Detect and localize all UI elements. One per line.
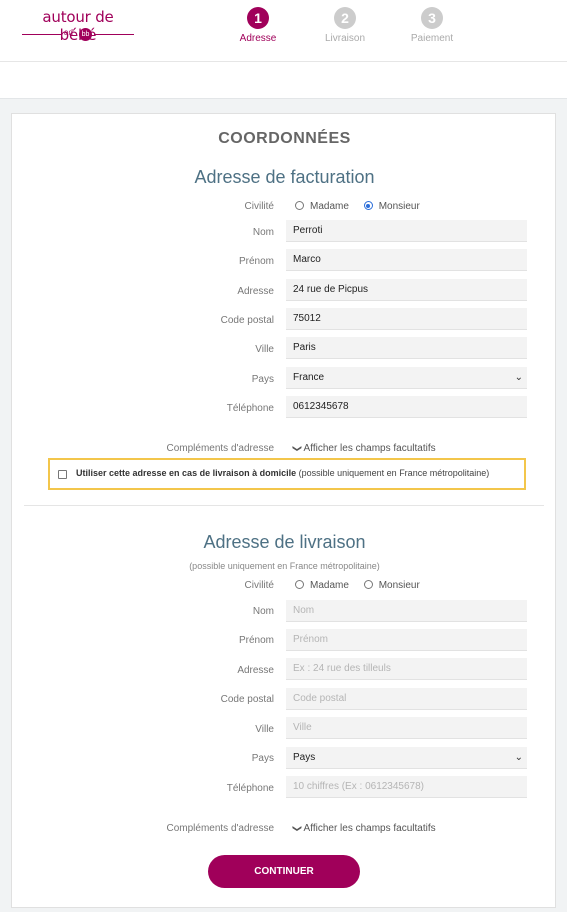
billing-civility-group: Madame Monsieur: [295, 201, 432, 212]
header-strip: [0, 62, 567, 99]
billing-prenom-input[interactable]: [286, 249, 527, 271]
step-number: 1: [247, 7, 269, 29]
billing-complements-toggle-label: Afficher les champs facultatifs: [303, 443, 436, 454]
use-address-for-delivery-box: Utiliser cette adresse en cas de livrais…: [48, 458, 526, 490]
step-label: Livraison: [324, 33, 366, 44]
billing-nom-label: Nom: [252, 227, 274, 238]
billing-monsieur-option[interactable]: Monsieur: [363, 201, 420, 212]
billing-cp-input[interactable]: [286, 308, 527, 330]
logo-line-right: [94, 34, 134, 35]
chevron-down-icon: ⌄: [514, 372, 523, 383]
step-label: Paiement: [410, 33, 454, 44]
delivery-pays-select[interactable]: Pays ⌄: [286, 747, 527, 769]
section-divider: [24, 505, 544, 506]
step-livraison: 2 Livraison: [315, 7, 375, 44]
page-title: COORDONNÉES: [218, 130, 351, 147]
billing-tel-label: Téléphone: [226, 403, 274, 414]
billing-ville-label: Ville: [255, 344, 274, 355]
delivery-pays-value: Pays: [293, 752, 316, 763]
billing-ville-input[interactable]: [286, 337, 527, 359]
delivery-nom-label: Nom: [252, 606, 274, 617]
billing-adresse-label: Adresse: [237, 286, 274, 297]
step-number: 2: [334, 7, 356, 29]
use-address-note: (possible uniquement en France métropoli…: [298, 468, 490, 478]
chevron-down-icon: ⌄: [514, 752, 523, 763]
delivery-ville-label: Ville: [255, 724, 274, 735]
step-paiement: 3 Paiement: [402, 7, 462, 44]
delivery-complements-toggle-label: Afficher les champs facultatifs: [303, 823, 436, 834]
delivery-complements-label: Compléments d'adresse: [166, 823, 274, 834]
radio-madame-label: Madame: [310, 580, 349, 591]
delivery-tel-label: Téléphone: [226, 783, 274, 794]
billing-adresse-input[interactable]: [286, 279, 527, 301]
radio-madame-label: Madame: [310, 201, 349, 212]
use-address-for-delivery-label[interactable]: Utiliser cette adresse en cas de livrais…: [76, 468, 489, 478]
billing-pays-label: Pays: [251, 374, 274, 385]
billing-title: Adresse de facturation: [194, 167, 375, 187]
brand-name: autour de bébé: [42, 8, 114, 44]
step-number: 3: [421, 7, 443, 29]
radio-monsieur-label: Monsieur: [378, 201, 420, 212]
chevron-down-icon: ❯: [292, 444, 303, 453]
delivery-civility-label: Civilité: [244, 580, 274, 591]
delivery-prenom-label: Prénom: [238, 635, 274, 646]
delivery-title: Adresse de livraison: [203, 532, 366, 552]
delivery-tel-input[interactable]: [286, 776, 527, 798]
step-label: Adresse: [239, 33, 277, 44]
billing-complements-toggle[interactable]: ❯Afficher les champs facultatifs: [292, 443, 436, 454]
step-adresse: 1 Adresse: [228, 7, 288, 44]
delivery-madame-option[interactable]: Madame: [295, 580, 349, 591]
billing-prenom-label: Prénom: [238, 256, 274, 267]
billing-cp-label: Code postal: [220, 315, 274, 326]
radio-monsieur[interactable]: [363, 201, 373, 210]
delivery-cp-label: Code postal: [220, 694, 274, 705]
delivery-adresse-input[interactable]: [286, 658, 527, 680]
header: autour de bébé ad bb 1 Adresse 2 Livrais…: [0, 0, 567, 62]
brand-logo[interactable]: autour de bébé ad bb: [22, 8, 134, 44]
chevron-down-icon: ❯: [292, 824, 303, 833]
continue-button[interactable]: CONTINUER: [208, 855, 360, 888]
billing-pays-value: France: [293, 372, 325, 383]
delivery-subtitle: (possible uniquement en France métropoli…: [189, 561, 380, 571]
delivery-prenom-input[interactable]: [286, 629, 527, 651]
billing-complements-label: Compléments d'adresse: [166, 443, 274, 454]
logo-ad: ad: [64, 28, 73, 37]
billing-tel-input[interactable]: [286, 396, 527, 418]
delivery-adresse-label: Adresse: [237, 665, 274, 676]
billing-madame-option[interactable]: Madame: [295, 201, 349, 212]
use-address-for-delivery-checkbox[interactable]: [58, 470, 67, 479]
delivery-ville-input[interactable]: [286, 717, 527, 739]
delivery-complements-toggle[interactable]: ❯Afficher les champs facultatifs: [292, 823, 436, 834]
billing-civility-label: Civilité: [244, 201, 274, 212]
radio-monsieur[interactable]: [363, 580, 373, 589]
logo-line-left: [22, 34, 62, 35]
delivery-monsieur-option[interactable]: Monsieur: [363, 580, 420, 591]
logo-bb-badge: bb: [79, 28, 92, 41]
delivery-pays-label: Pays: [251, 753, 274, 764]
delivery-nom-input[interactable]: [286, 600, 527, 622]
radio-monsieur-label: Monsieur: [378, 580, 420, 591]
radio-madame[interactable]: [295, 580, 304, 589]
radio-madame[interactable]: [295, 201, 304, 210]
address-form-card: COORDONNÉES Adresse de facturation Civil…: [11, 113, 556, 908]
use-address-bold-text: Utiliser cette adresse en cas de livrais…: [76, 468, 297, 478]
delivery-civility-group: Madame Monsieur: [295, 580, 432, 591]
billing-pays-select[interactable]: France ⌄: [286, 367, 527, 389]
delivery-cp-input[interactable]: [286, 688, 527, 710]
billing-nom-input[interactable]: [286, 220, 527, 242]
